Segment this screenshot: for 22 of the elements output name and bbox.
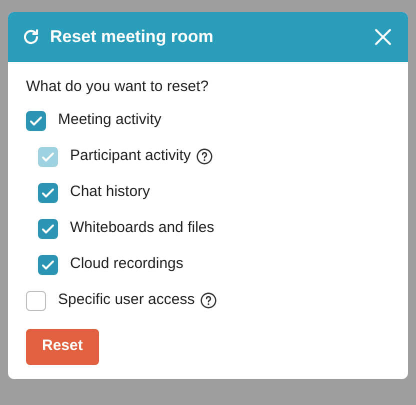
checkbox[interactable] — [38, 182, 58, 202]
close-button[interactable] — [372, 26, 394, 48]
option-label: Cloud recordings — [70, 254, 184, 274]
checkmark-icon — [29, 114, 43, 128]
checkbox[interactable] — [26, 110, 46, 130]
checkbox[interactable] — [38, 218, 58, 238]
option-label: Meeting activity — [58, 110, 162, 130]
refresh-icon — [22, 28, 40, 46]
reset-button[interactable]: Reset — [26, 328, 99, 364]
checkmark-icon — [41, 258, 55, 272]
option-label: Participant activity — [70, 146, 191, 166]
option-label: Specific user access — [58, 290, 195, 310]
option-label: Chat history — [70, 182, 150, 202]
help-icon[interactable] — [200, 292, 217, 309]
dialog-title: Reset meeting room — [50, 26, 214, 48]
checkbox[interactable] — [38, 254, 58, 274]
checkmark-icon — [41, 222, 55, 236]
checkbox[interactable] — [26, 290, 46, 310]
question-text: What do you want to reset? — [26, 77, 210, 97]
checkmark-icon — [41, 186, 55, 200]
option-label: Whiteboards and files — [70, 218, 214, 238]
checkmark-icon — [41, 150, 55, 164]
